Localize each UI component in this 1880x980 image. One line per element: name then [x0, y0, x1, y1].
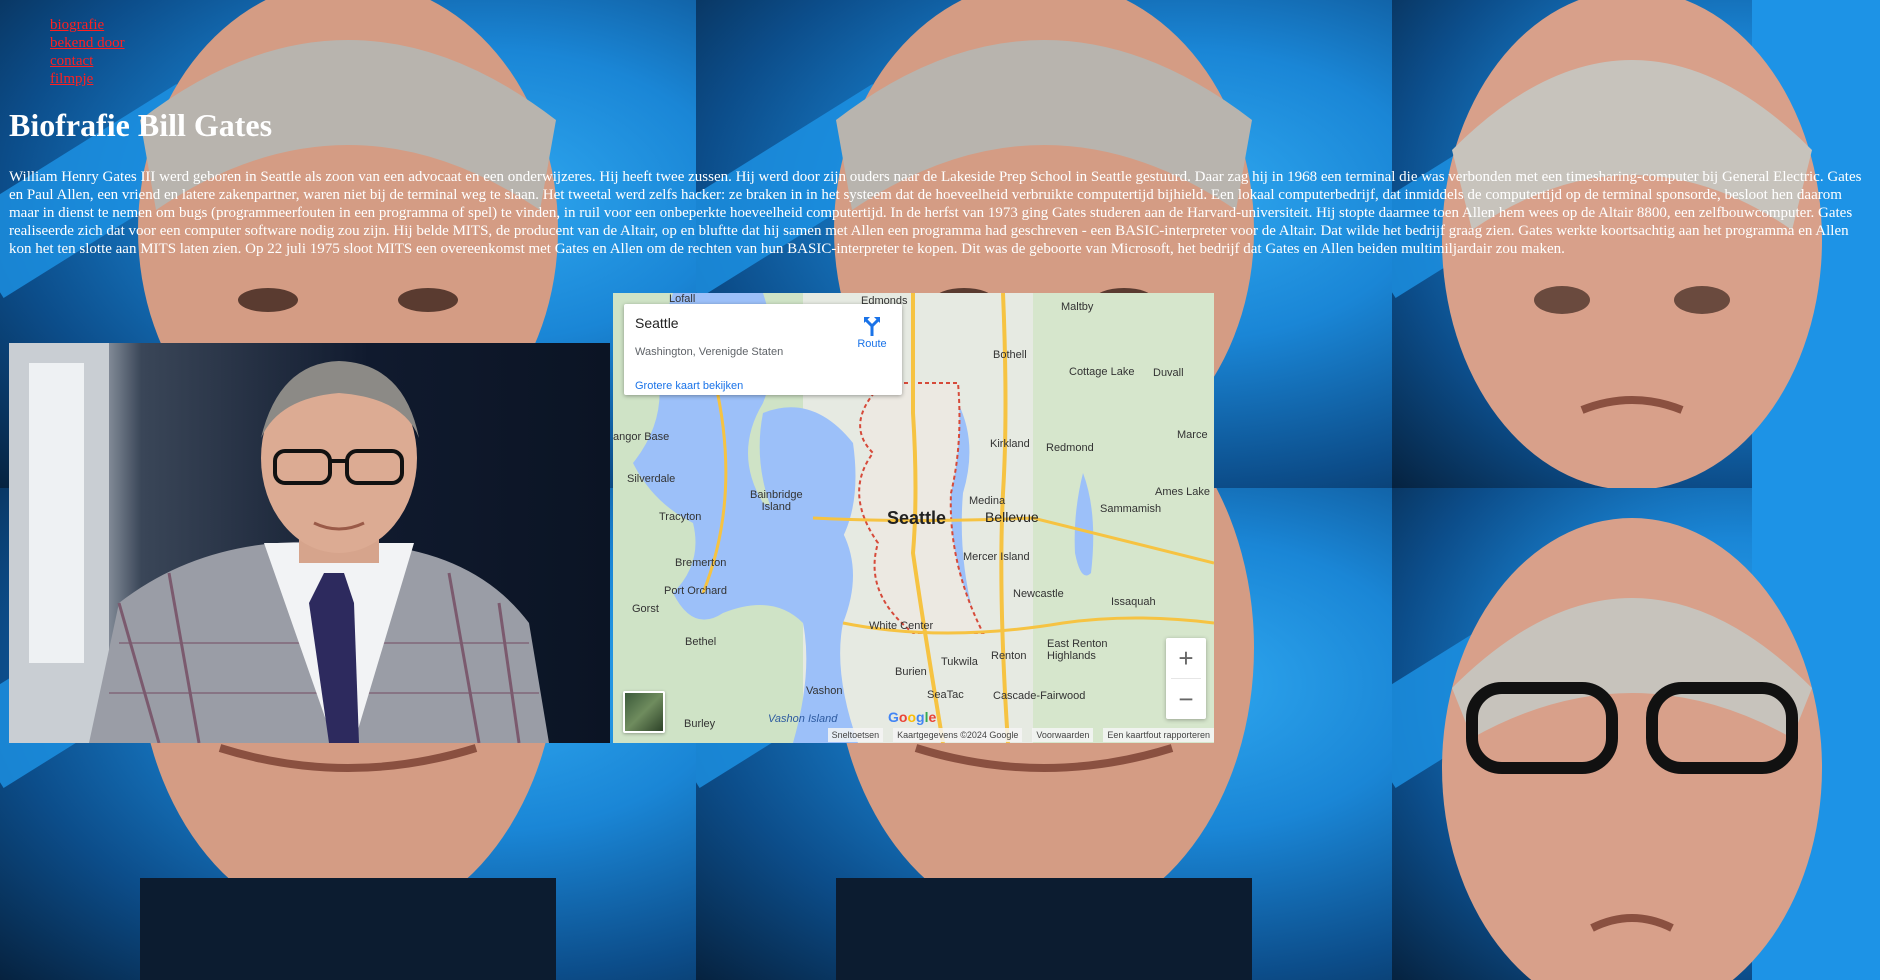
map-footer: Sneltoetsen Kaartgegevens ©2024 Google V…: [613, 727, 1214, 743]
map-label: Issaquah: [1111, 596, 1156, 608]
route-label: Route: [857, 338, 887, 350]
map-label: Bainbridge Island: [750, 489, 803, 513]
map-place-subtitle: Washington, Verenigde Staten: [635, 346, 784, 358]
map-data-attribution: Kaartgegevens ©2024 Google: [893, 728, 1023, 742]
map-label: Cottage Lake: [1069, 366, 1135, 378]
map-label: angor Base: [613, 431, 670, 443]
zoom-in-button[interactable]: +: [1166, 638, 1206, 678]
map-label: Medina: [969, 495, 1006, 507]
map-label: Duvall: [1153, 367, 1184, 379]
keyboard-shortcuts-link[interactable]: Sneltoetsen: [827, 728, 884, 742]
map-label: Tracyton: [659, 511, 702, 523]
map-label: Redmond: [1046, 442, 1094, 454]
larger-map-link[interactable]: Grotere kaart bekijken: [635, 380, 743, 392]
directions-icon: [864, 317, 880, 336]
nav-link-filmpje[interactable]: filmpje: [50, 70, 125, 88]
main-nav: biografie bekend door contact filmpje: [50, 16, 125, 88]
terms-link[interactable]: Voorwaarden: [1032, 728, 1094, 742]
map-label: Sammamish: [1100, 503, 1162, 515]
map-label: Marce: [1177, 429, 1208, 441]
map-label: Gorst: [632, 603, 659, 615]
map-place-title: Seattle: [635, 315, 679, 331]
map-label: Port Orchard: [664, 585, 727, 597]
map-label-bellevue: Bellevue: [985, 509, 1039, 525]
map-label: Kirkland: [990, 438, 1030, 450]
map-label: Burien: [895, 666, 927, 678]
map-label: Tukwila: [941, 656, 978, 668]
map-label-seattle: Seattle: [887, 508, 947, 528]
zoom-controls: + −: [1166, 638, 1206, 719]
route-button[interactable]: Route: [852, 314, 892, 350]
map-label: Vashon: [806, 685, 843, 697]
portrait-illustration: [9, 343, 549, 743]
page-title: Biofrafie Bill Gates: [9, 107, 273, 143]
nav-link-biografie[interactable]: biografie: [50, 16, 125, 34]
map-label: Bremerton: [675, 557, 727, 569]
report-map-error-link[interactable]: Een kaartfout rapporteren: [1103, 728, 1214, 742]
map-label: SeaTac: [927, 689, 964, 701]
map-label: Bethel: [685, 636, 717, 648]
map-label: Renton: [991, 650, 1027, 662]
nav-link-contact[interactable]: contact: [50, 52, 125, 70]
map-info-card: Seattle Washington, Verenigde Staten Gro…: [624, 304, 902, 395]
biography-text: William Henry Gates III werd geboren in …: [9, 169, 1862, 257]
nav-link-bekend-door[interactable]: bekend door: [50, 34, 125, 52]
google-map-embed[interactable]: Lofall angor Base Edmonds Maltby Bothell…: [613, 293, 1214, 743]
map-label: Cascade-Fairwood: [993, 690, 1086, 702]
map-label: White Center: [869, 620, 934, 632]
map-label: East Renton Highlands: [1047, 638, 1108, 662]
map-label: Ames Lake: [1155, 486, 1211, 498]
map-label: Maltby: [1061, 301, 1094, 313]
map-label: Bothell: [993, 349, 1027, 361]
map-label: Vashon Island: [768, 713, 838, 725]
bill-gates-portrait: [9, 343, 610, 743]
background-photo-tile: [1392, 488, 1880, 980]
map-label: Mercer Island: [963, 551, 1030, 563]
zoom-out-button[interactable]: −: [1166, 679, 1206, 719]
google-logo: Google: [888, 709, 937, 725]
map-label: Silverdale: [627, 473, 676, 485]
map-label: Newcastle: [1013, 588, 1064, 600]
